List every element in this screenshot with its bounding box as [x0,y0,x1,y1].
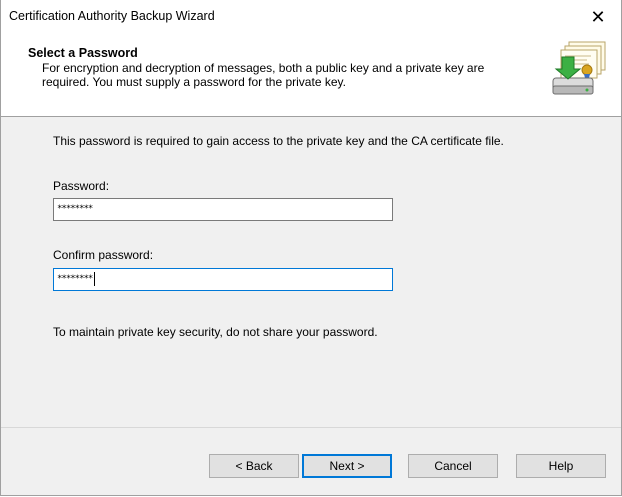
certificate-backup-icon [547,40,615,106]
page-description: For encryption and decryption of message… [42,61,485,89]
password-field[interactable]: ******** [53,198,393,221]
close-icon: ✕ [590,6,606,28]
text-caret [94,271,96,286]
password-label: Password: [53,179,110,193]
confirm-password-field[interactable]: ******** [53,268,393,291]
back-button[interactable]: < Back [209,454,299,478]
window-title: Certification Authority Backup Wizard [9,9,215,23]
page-title: Select a Password [28,46,138,60]
confirm-password-value: ******** [57,274,93,284]
password-value: ******** [57,204,93,214]
wizard-body: This password is required to gain access… [1,117,621,427]
wizard-header: Select a Password For encryption and dec… [1,34,621,117]
title-bar: Certification Authority Backup Wizard ✕ [1,0,621,34]
next-button[interactable]: Next > [302,454,392,478]
cancel-button[interactable]: Cancel [408,454,498,478]
security-note: To maintain private key security, do not… [53,325,378,339]
confirm-password-label: Confirm password: [53,248,154,262]
close-button[interactable]: ✕ [575,0,621,34]
intro-text: This password is required to gain access… [53,134,504,148]
footer-divider [1,427,621,428]
wizard-window: Certification Authority Backup Wizard ✕ … [0,0,622,496]
help-button[interactable]: Help [516,454,606,478]
